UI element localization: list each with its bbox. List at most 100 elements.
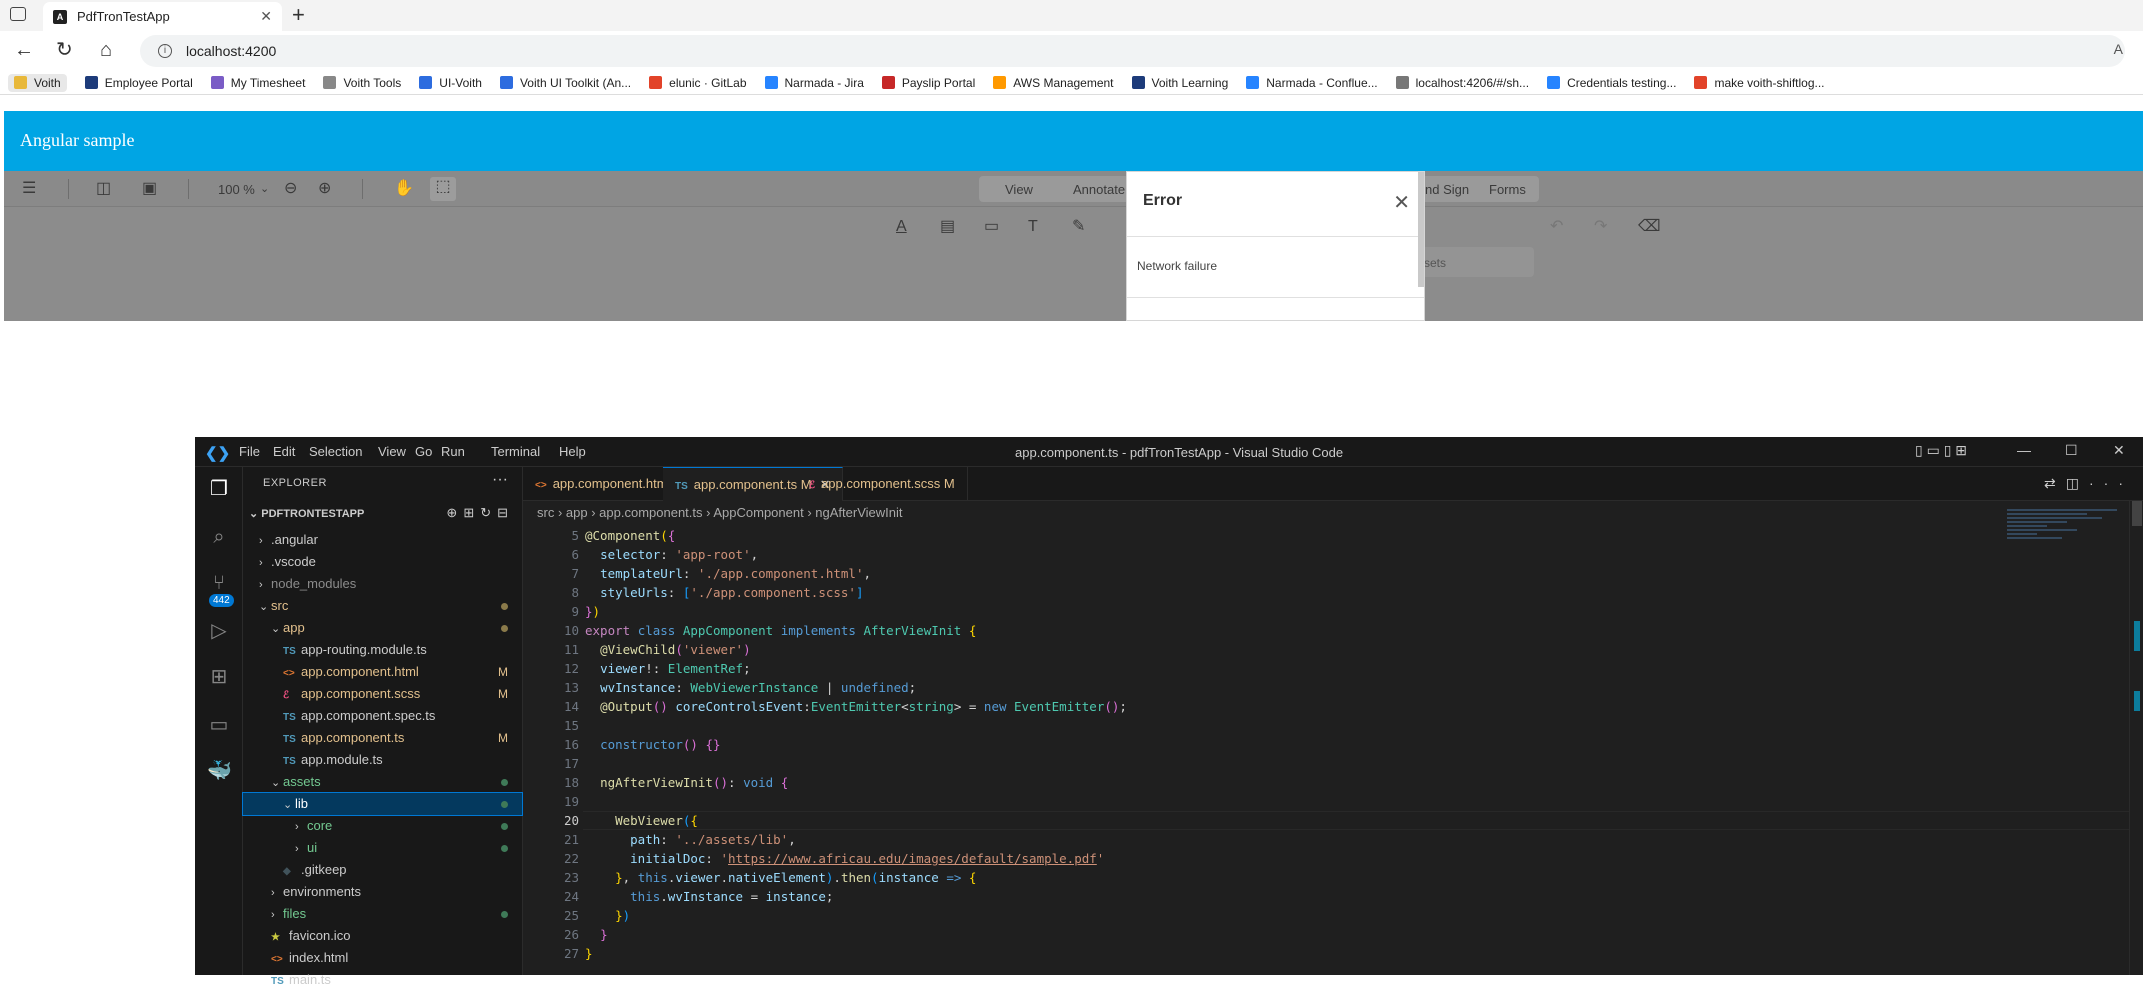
modal-scrollbar[interactable] (1418, 172, 1424, 287)
bookmark-item[interactable]: make voith-shiftlog... (1694, 76, 1825, 90)
run-debug-icon[interactable]: ▷ (207, 619, 231, 643)
extensions-icon[interactable]: ⊞ (207, 665, 231, 689)
reload-icon[interactable]: ↻ (56, 39, 73, 61)
bookmark-item[interactable]: Voith UI Toolkit (An... (499, 76, 631, 90)
code-line[interactable]: 27} (523, 944, 2113, 963)
bookmark-item[interactable]: Voith (8, 73, 67, 92)
pen-icon[interactable]: ✎ (1072, 217, 1085, 237)
explorer-icon[interactable]: ❐ (207, 477, 231, 501)
menu-selection[interactable]: Selection (309, 444, 362, 459)
bookmark-item[interactable]: My Timesheet (210, 76, 305, 90)
tree-folder[interactable]: › node_modules (243, 573, 522, 595)
project-root[interactable]: ⌄ PDFTRONTESTAPP (249, 507, 364, 520)
tab-close-icon[interactable]: ✕ (260, 8, 272, 25)
breadcrumb-item[interactable]: app.component.ts (599, 505, 702, 520)
text-highlight-icon[interactable]: A (896, 217, 907, 237)
zoom-level[interactable]: 100 % (218, 180, 255, 200)
breadcrumb-item[interactable]: ngAfterViewInit (815, 505, 902, 520)
explorer-actions-icons[interactable]: ⊕⊞↻⊟ (446, 505, 514, 521)
menu-icon[interactable]: ☰ (22, 179, 36, 199)
minimize-icon[interactable]: — (2017, 442, 2031, 458)
code-line[interactable]: 10 export class AppComponent implements A… (523, 621, 2113, 640)
ribbon-tab-forms[interactable]: Forms (1489, 182, 1526, 197)
close-icon[interactable]: ✕ (1393, 190, 1410, 215)
site-info-icon[interactable]: i (158, 44, 172, 58)
editor-tab[interactable]: ℰapp.component.scss M (797, 467, 968, 501)
bookmark-item[interactable]: localhost:4206/#/sh... (1395, 76, 1529, 90)
code-line[interactable]: 8 styleUrls: ['./app.component.scss'] (523, 583, 2113, 602)
code-line[interactable]: 18 ngAfterViewInit(): void { (523, 773, 2113, 792)
code-line[interactable]: 15 (523, 716, 2113, 735)
code-line[interactable]: 23 }, this.viewer.nativeElement).then(in… (523, 868, 2113, 887)
code-line[interactable]: 5 @Component({ (523, 526, 2113, 545)
menu-file[interactable]: File (239, 444, 260, 459)
docker-icon[interactable]: 🐳 (207, 759, 232, 783)
panel-toggle-icon[interactable]: ◫ (96, 179, 111, 199)
breadcrumb-item[interactable]: src (537, 505, 554, 520)
code-line[interactable]: 9}) (523, 602, 2113, 621)
menu-terminal[interactable]: Terminal (491, 444, 540, 459)
code-line[interactable]: 13 wvInstance: WebViewerInstance | undef… (523, 678, 2113, 697)
search-icon[interactable]: ⌕ (207, 525, 231, 549)
menu-go[interactable]: Go (415, 444, 432, 459)
home-icon[interactable]: ⌂ (100, 39, 112, 61)
code-line[interactable]: 25 }) (523, 906, 2113, 925)
redo-icon[interactable]: ↷ (1594, 217, 1607, 237)
tree-file[interactable]: ℰapp.component.scss M (243, 683, 522, 705)
minimap[interactable] (2007, 507, 2127, 567)
bookmark-item[interactable]: Employee Portal (84, 76, 193, 90)
view-controls-icon[interactable]: ▣ (142, 179, 157, 199)
source-control-icon[interactable]: ⑂ (207, 571, 231, 595)
zoom-out-icon[interactable]: ⊖ (284, 179, 297, 199)
editor-scrollbar[interactable] (2129, 501, 2143, 975)
bookmark-item[interactable]: Narmada - Conflue... (1246, 76, 1378, 90)
ribbon-tab-view[interactable]: View (1005, 182, 1033, 197)
tree-folder[interactable]: › environments (243, 881, 522, 903)
menu-edit[interactable]: Edit (273, 444, 295, 459)
url-field[interactable]: i localhost:4200 (140, 35, 2125, 67)
layout-toggle-icons[interactable]: ▯ ▭ ▯ ⊞ (1915, 442, 1967, 459)
tree-folder[interactable]: ⌄ assets (243, 771, 522, 793)
code-line[interactable]: 24 this.wvInstance = instance; (523, 887, 2113, 906)
code-line[interactable]: 11 @ViewChild('viewer') (523, 640, 2113, 659)
code-line[interactable]: 17 (523, 754, 2113, 773)
undo-icon[interactable]: ↶ (1550, 217, 1563, 237)
pan-hand-icon[interactable]: ✋ (394, 179, 414, 199)
breadcrumb-item[interactable]: app (566, 505, 588, 520)
bookmark-item[interactable]: Voith Tools (323, 76, 401, 90)
zoom-dropdown-icon[interactable]: ⌄ (260, 179, 269, 199)
bookmark-item[interactable]: Payslip Portal (881, 76, 975, 90)
code-line[interactable]: 22 initialDoc: 'https://www.africau.edu/… (523, 849, 2113, 868)
text-tool-icon[interactable]: T (1028, 217, 1038, 237)
code-line[interactable]: 21 path: '../assets/lib', (523, 830, 2113, 849)
zoom-in-icon[interactable]: ⊕ (318, 179, 331, 199)
select-tool-icon[interactable]: ⬚ (430, 177, 456, 201)
code-line[interactable]: 14 @Output() coreControlsEvent:EventEmit… (523, 697, 2113, 716)
tree-folder[interactable]: › files (243, 903, 522, 925)
tree-folder[interactable]: ⌄ lib (242, 792, 523, 816)
tree-file[interactable]: ★ favicon.ico (243, 925, 522, 947)
menu-run[interactable]: Run (441, 444, 465, 459)
tree-file[interactable]: TS app.component.spec.ts (243, 705, 522, 727)
free-text-box-icon[interactable]: ▤ (940, 217, 955, 237)
back-arrow-icon[interactable]: ← (14, 39, 34, 61)
breadcrumb-item[interactable]: AppComponent (713, 505, 803, 520)
bookmark-item[interactable]: AWS Management (993, 76, 1114, 90)
code-line[interactable]: 20 WebViewer({ (523, 811, 2143, 830)
tree-file[interactable]: TS app.component.ts M (243, 727, 522, 749)
window-close-icon[interactable]: ✕ (2113, 442, 2125, 459)
code-line[interactable]: 6 selector: 'app-root', (523, 545, 2113, 564)
code-line[interactable]: 16 constructor() {} (523, 735, 2113, 754)
remote-explorer-icon[interactable]: ▭ (207, 713, 231, 737)
menu-help[interactable]: Help (559, 444, 586, 459)
tree-folder[interactable]: › .vscode (243, 551, 522, 573)
bookmark-item[interactable]: Narmada - Jira (764, 76, 864, 90)
bookmark-item[interactable]: Credentials testing... (1547, 76, 1676, 90)
tree-folder[interactable]: › .angular (243, 529, 522, 551)
menu-view[interactable]: View (378, 444, 406, 459)
bookmark-item[interactable]: elunic · GitLab (649, 76, 747, 90)
code-line[interactable]: 7 templateUrl: './app.component.html', (523, 564, 2113, 583)
code-line[interactable]: 26 } (523, 925, 2113, 944)
bookmark-item[interactable]: Voith Learning (1131, 76, 1228, 90)
read-aloud-icon[interactable]: A (2114, 41, 2123, 57)
